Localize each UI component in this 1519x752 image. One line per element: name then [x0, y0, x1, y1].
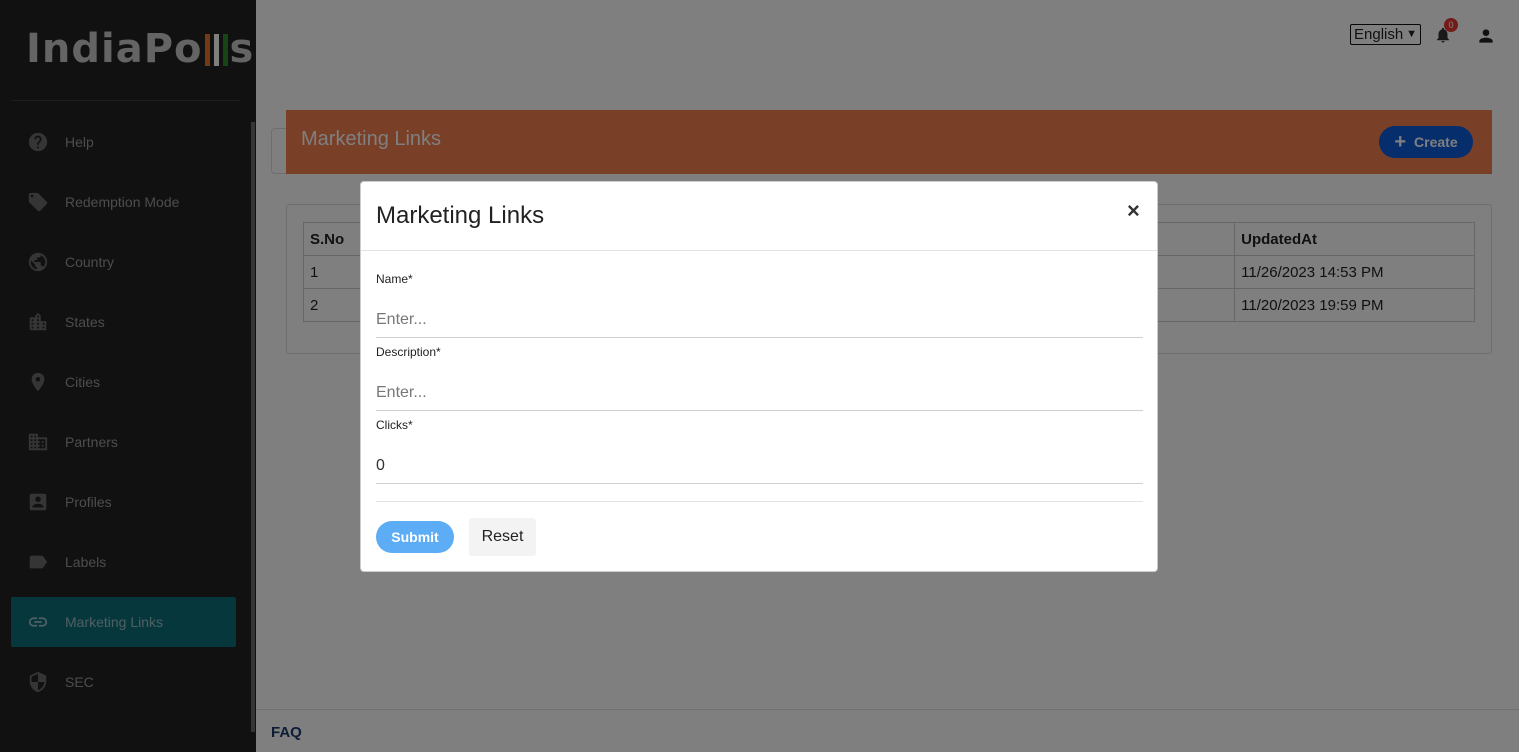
modal-title: Marketing Links: [376, 202, 545, 229]
reset-button[interactable]: Reset: [469, 518, 536, 556]
description-label: Description*: [376, 345, 441, 359]
description-input[interactable]: [376, 375, 1143, 411]
name-input[interactable]: [376, 302, 1143, 338]
form-divider: [376, 501, 1143, 502]
modal-header-divider: [361, 250, 1157, 251]
clicks-label: Clicks*: [376, 418, 413, 432]
clicks-input[interactable]: [376, 448, 1143, 484]
name-label: Name*: [376, 272, 413, 286]
submit-button[interactable]: Submit: [376, 521, 454, 553]
close-icon[interactable]: ×: [1127, 198, 1140, 224]
marketing-links-modal: Marketing Links × Name* Description* Cli…: [360, 181, 1158, 572]
